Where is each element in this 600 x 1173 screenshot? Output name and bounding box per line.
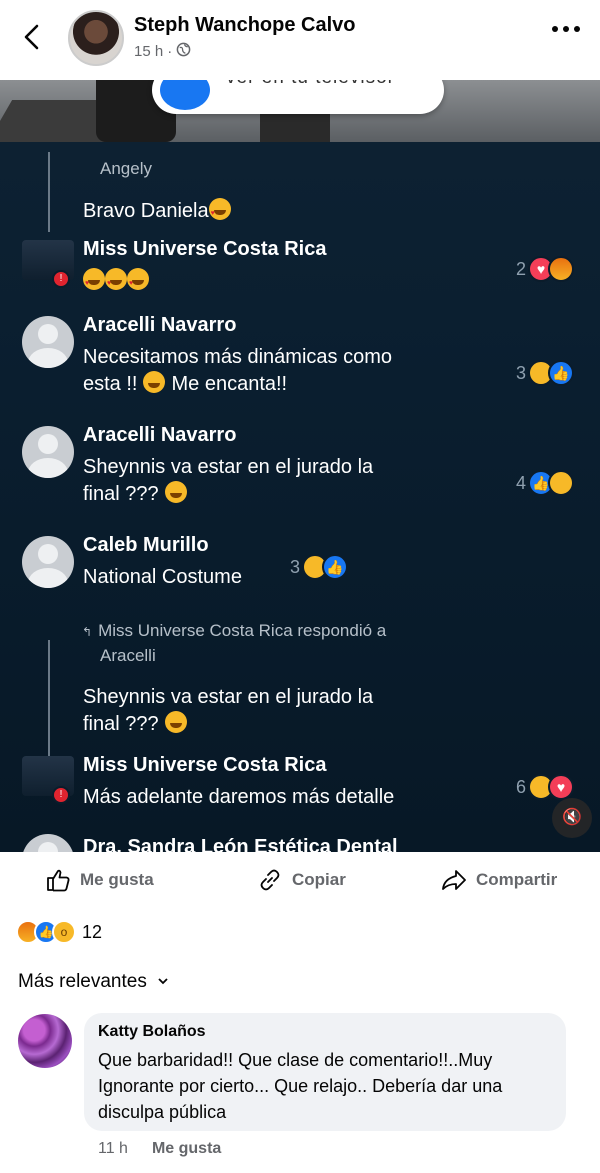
reaction-count: 12 [82,921,103,942]
comment-text: National Costume [83,566,242,588]
comment-reactions[interactable]: 4 👍 [516,470,575,496]
comment-author: Caleb Murillo [83,534,209,556]
like-icon: 👍 [322,554,349,580]
comment-sort-dropdown[interactable]: Más relevantes [18,971,169,993]
quoted-text-line: Sheynnis va estar en el jurado la [83,686,374,708]
back-arrow-icon[interactable] [18,22,48,52]
angry-icon [548,256,575,282]
copy-label: Copiar [292,870,346,889]
video-player[interactable]: ver en tu televisor Angely Bravo Daniela… [0,80,600,852]
sort-label: Más relevantes [18,971,147,992]
comment-text-line: Necesitamos más dinámicas como [83,346,392,368]
like-icon: 👍 [548,360,575,386]
love-icon: ♥ [548,774,575,800]
comment-reactions[interactable]: 3 👍 [290,554,349,580]
author-avatar[interactable] [68,10,124,66]
comment-text-line: Sheynnis va estar en el jurado la [83,456,374,478]
chevron-down-icon [157,971,169,993]
commenter-avatar[interactable] [18,1014,72,1068]
comment-author: Miss Universe Costa Rica [83,238,327,260]
like-button[interactable]: Me gusta [44,866,154,894]
quoted-text-line: final ??? [83,711,187,738]
comment-text-line: esta !! Me encanta!! [83,371,288,395]
reply-author: Angely [100,159,152,178]
comment-text: Bravo Daniela [83,198,231,227]
post-meta: 15 h · [134,42,191,61]
more-icon[interactable] [552,26,580,32]
thumbs-up-icon [47,869,70,892]
share-arrow-icon [442,870,466,890]
cast-prompt: ver en tu televisor [226,80,395,89]
post-time[interactable]: 15 h [134,43,163,60]
comment-text: Más adelante daremos más detalle [83,786,395,808]
thread-line [48,152,50,232]
author-name[interactable]: Steph Wanchope Calvo [134,14,356,37]
comment-author: Dra. Sandra León Estética Dental [83,836,398,852]
comment-author: Aracelli Navarro [83,424,237,446]
cast-icon [160,80,210,110]
meta-separator: · [167,43,173,60]
volume-off-icon[interactable]: 🔇 [552,798,592,838]
avatar [22,834,74,852]
link-icon [260,869,280,891]
comment-author: Aracelli Navarro [83,314,237,336]
video-scene: ver en tu televisor [0,80,600,142]
comment-reactions[interactable]: 6 ♥ [516,774,575,800]
globe-icon [176,42,191,61]
share-button[interactable]: Compartir [440,866,557,894]
comment-text: Que barbaridad!! Que clase de comentario… [98,1050,503,1122]
copy-button[interactable]: Copiar [256,866,346,894]
action-bar: Me gusta Copiar Compartir [0,852,600,908]
comment-reactions[interactable]: 2 ♥ [516,256,575,282]
reply-header-line: Aracelli [100,646,156,665]
reply-header: ↰ Miss Universe Costa Rica respondió a [82,621,387,640]
comment-author: Miss Universe Costa Rica [83,754,327,776]
comment-reactions[interactable]: 3 👍 [516,360,575,386]
post-header: Steph Wanchope Calvo 15 h · [0,0,600,80]
wow-icon: o [52,920,76,944]
like-label: Me gusta [80,870,154,889]
haha-icon [548,470,575,496]
page-avatar: ! [22,756,74,804]
avatar [22,536,74,588]
cast-to-tv-button[interactable]: ver en tu televisor [152,80,444,114]
thread-line [48,640,50,760]
reactions-summary[interactable]: 👍 o 12 [16,920,102,944]
share-label: Compartir [476,870,558,889]
heart-eyes-emoji [208,198,231,227]
comment-bubble[interactable]: Katty Bolaños Que barbaridad!! Que clase… [84,1013,566,1131]
page-avatar: ! [22,240,74,288]
comment-like-button[interactable]: Me gusta [152,1140,221,1158]
comment-text-line: final ??? [83,481,187,508]
avatar [22,426,74,478]
comment-meta: 11 h Me gusta [98,1140,221,1158]
avatar [22,316,74,368]
comment-emojis [83,268,149,297]
comment-time: 11 h [98,1140,128,1157]
commenter-name[interactable]: Katty Bolaños [98,1023,552,1041]
